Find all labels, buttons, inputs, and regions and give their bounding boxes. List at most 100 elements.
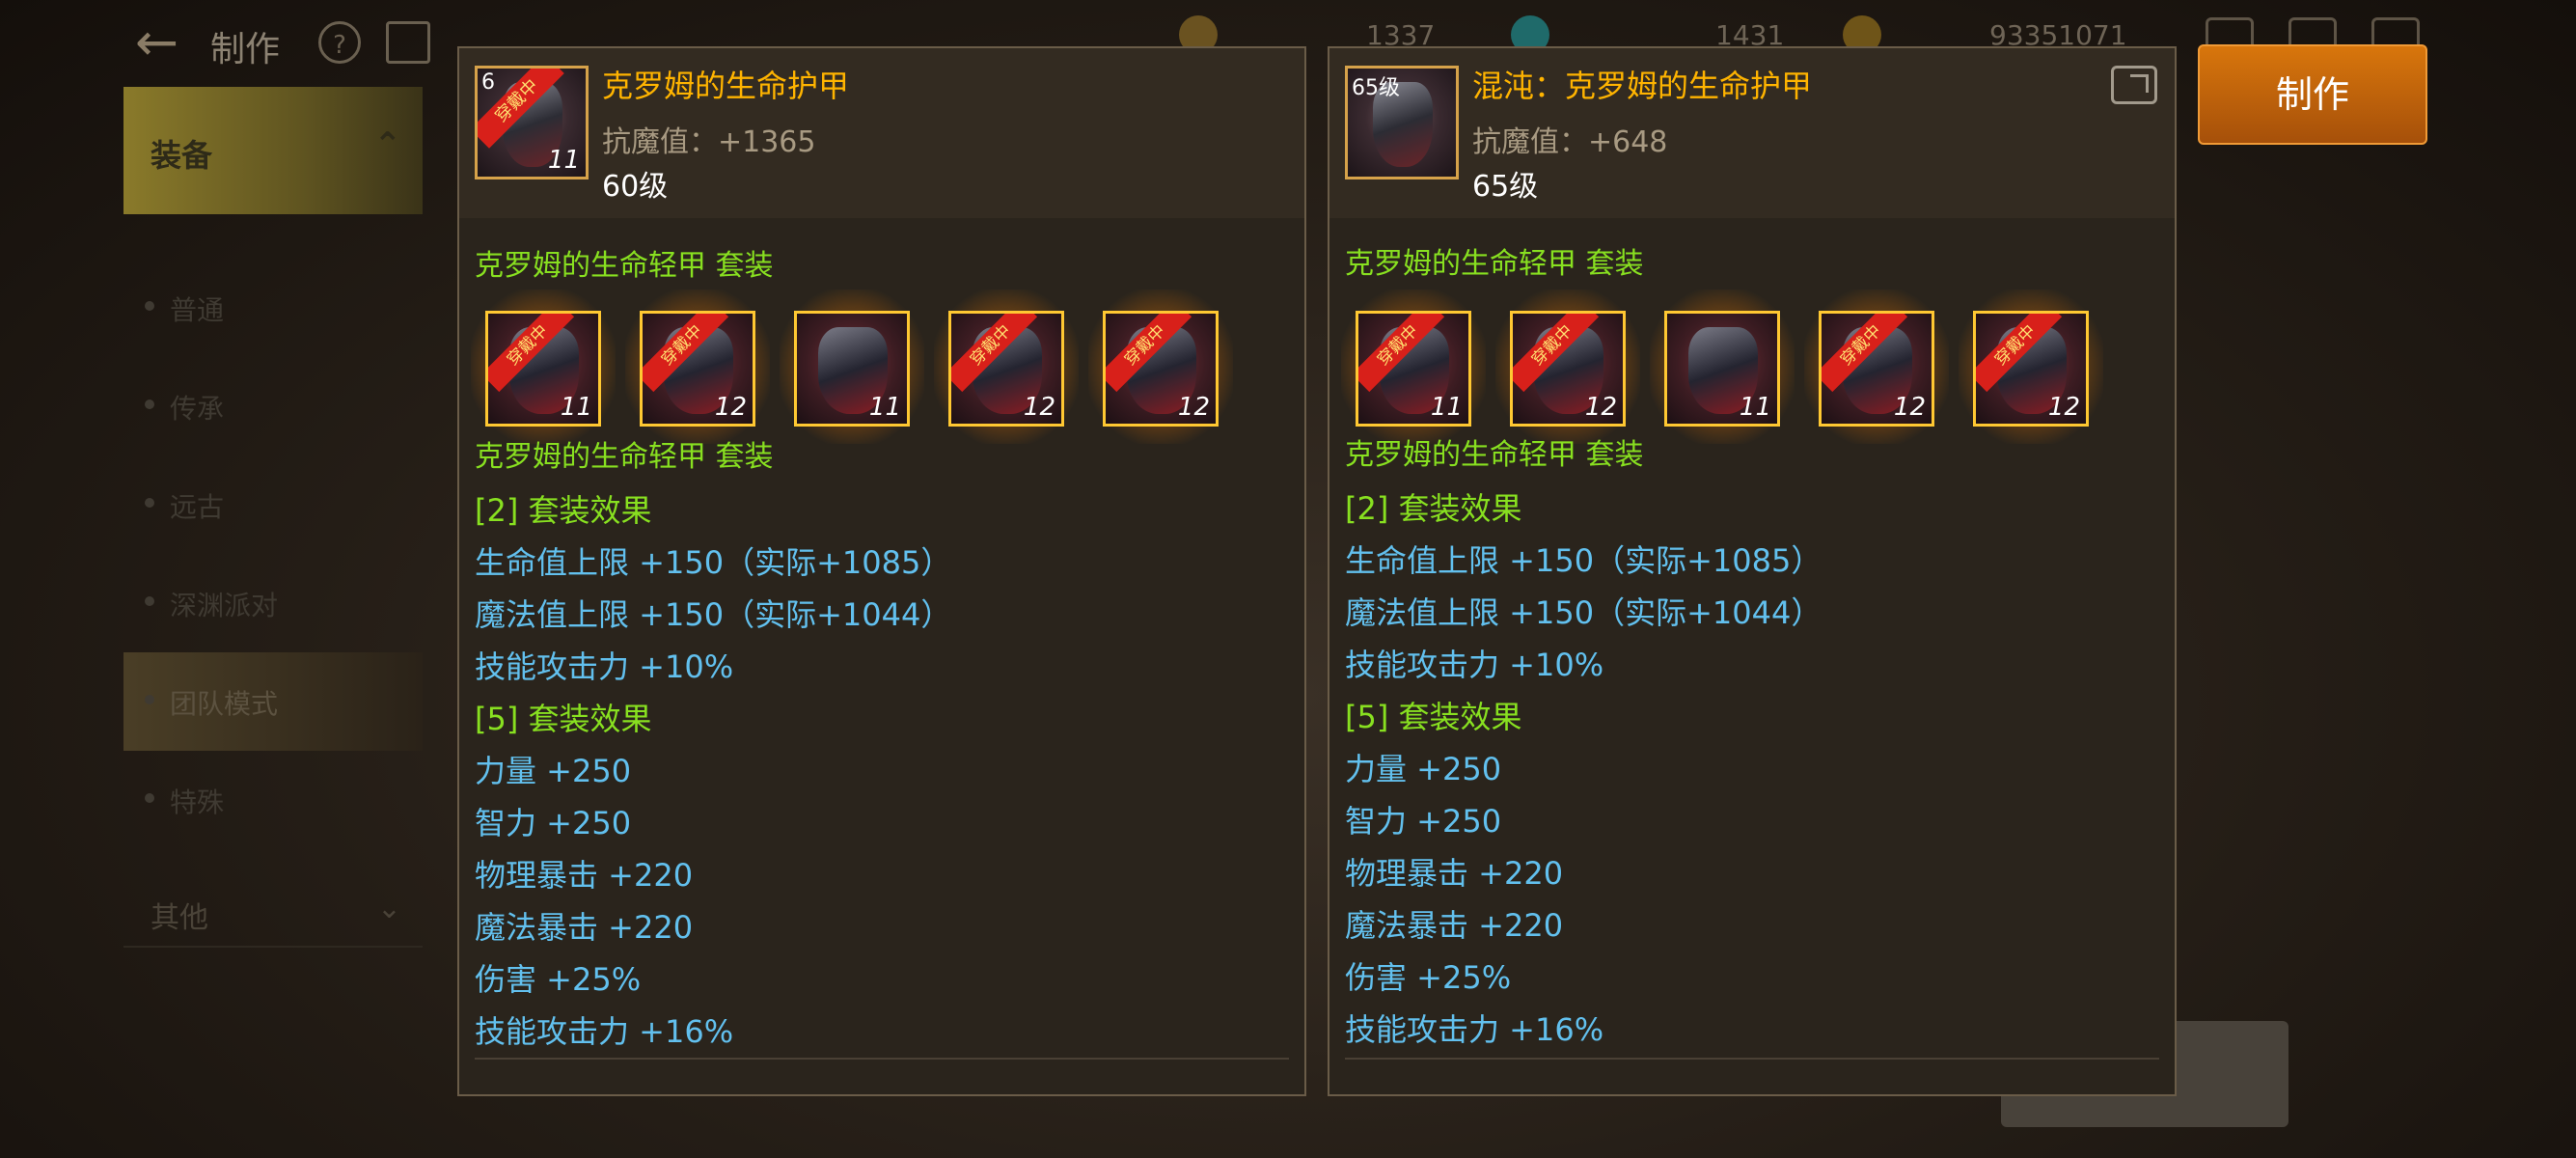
set-item-slot[interactable]: 穿戴中 12 — [934, 290, 1079, 444]
set-item-icon: 穿戴中 12 — [1103, 311, 1219, 427]
set-effect-line: 物理暴击 +220 — [1345, 855, 1564, 892]
sidebar-item-legacy[interactable]: 传承 — [123, 357, 423, 455]
page-title: 制作 — [210, 30, 281, 69]
enhance-level: 11 — [868, 393, 901, 422]
item-icon: 65级 — [1345, 66, 1459, 179]
set-item-slot[interactable]: 穿戴中 12 — [1804, 290, 1949, 444]
set-item-slot[interactable]: 穿戴中 11 — [471, 290, 616, 444]
enhance-level: 12 — [1893, 393, 1926, 422]
sidebar-item-label: 特殊 — [170, 786, 225, 818]
set-item-slot[interactable]: 穿戴中 12 — [1495, 290, 1640, 444]
bullet-icon — [145, 596, 154, 606]
sidebar-item-abyss-party[interactable]: 深渊派对 — [123, 554, 423, 652]
set-effect-line: 物理暴击 +220 — [475, 857, 694, 894]
set-effect-2-title: [2] 套装效果 — [475, 492, 652, 529]
divider — [475, 1058, 1289, 1060]
set-effect-line: 智力 +250 — [1345, 803, 1502, 840]
sidebar-item-normal[interactable]: 普通 — [123, 259, 423, 357]
set-effect-line: 魔法暴击 +220 — [475, 909, 694, 946]
sidebar-item-team-mode[interactable]: 团队模式 — [123, 652, 423, 751]
item-level-tag: 65级 — [1352, 76, 1400, 100]
enhance-level: 12 — [1023, 393, 1055, 422]
set-effect-line: 魔法暴击 +220 — [1345, 907, 1564, 944]
item-stat: 抗魔值：+1365 — [602, 125, 816, 159]
enhance-level: 12 — [1584, 393, 1617, 422]
set-title: 克罗姆的生命轻甲 套装 — [475, 249, 774, 283]
item-level: 60级 — [602, 170, 669, 204]
set-item-icon: 穿戴中 12 — [1819, 311, 1934, 427]
set-effect-line: 技能攻击力 +10% — [1345, 647, 1604, 683]
item-tooltip-current: 穿戴中 6 11 克罗姆的生命护甲 抗魔值：+1365 60级 克罗姆的生命轻甲… — [457, 46, 1306, 1096]
sidebar-item-label: 普通 — [170, 294, 225, 326]
sidebar: 装备 ⌃ 普通 传承 远古 深渊派对 团队模式 特殊 其他 ⌄ — [123, 87, 423, 948]
set-item-icon: 11 — [794, 311, 910, 427]
tooltip-header: 65级 混沌：克罗姆的生命护甲 抗魔值：+648 65级 — [1329, 48, 2175, 218]
set-effect-line: 伤害 +25% — [475, 961, 642, 998]
set-item-slot[interactable]: 11 — [1650, 290, 1795, 444]
sidebar-item-ancient[interactable]: 远古 — [123, 455, 423, 554]
sidebar-item-label: 远古 — [170, 491, 225, 523]
item-level-tag: 6 — [481, 70, 495, 95]
sidebar-category-other[interactable]: 其他 ⌄ — [123, 878, 423, 948]
chevron-up-icon: ⌃ — [373, 125, 402, 164]
share-icon[interactable] — [2111, 66, 2157, 104]
chevron-down-icon: ⌄ — [376, 892, 401, 925]
set-items-row: 穿戴中 11 穿戴中 12 11 穿戴中 12 穿戴中 12 — [471, 290, 1243, 444]
make-button[interactable]: 制作 — [2198, 44, 2427, 145]
set-item-icon: 穿戴中 11 — [1356, 311, 1471, 427]
set-title: 克罗姆的生命轻甲 套装 — [1345, 438, 1644, 472]
set-effect-line: 智力 +250 — [475, 805, 632, 841]
enhance-level: 11 — [547, 146, 580, 175]
set-effect-line: 伤害 +25% — [1345, 959, 1512, 996]
set-item-slot[interactable]: 穿戴中 12 — [625, 290, 770, 444]
set-item-slot[interactable]: 11 — [780, 290, 924, 444]
set-effect-5-title: [5] 套装效果 — [475, 701, 652, 737]
enhance-level: 12 — [714, 393, 747, 422]
set-effect-2-title: [2] 套装效果 — [1345, 490, 1522, 527]
set-effect-line: 生命值上限 +150（实际+1085） — [475, 544, 952, 581]
sidebar-item-label: 深渊派对 — [170, 590, 279, 621]
set-effect-line: 技能攻击力 +16% — [1345, 1011, 1604, 1048]
book-icon[interactable] — [386, 21, 430, 64]
set-effect-5-title: [5] 套装效果 — [1345, 699, 1522, 735]
set-item-icon: 穿戴中 12 — [640, 311, 755, 427]
set-item-slot[interactable]: 穿戴中 12 — [1959, 290, 2103, 444]
set-effect-line: 技能攻击力 +16% — [475, 1013, 734, 1050]
tooltip-header: 穿戴中 6 11 克罗姆的生命护甲 抗魔值：+1365 60级 — [459, 48, 1304, 218]
set-effect-line: 技能攻击力 +10% — [475, 648, 734, 685]
bullet-icon — [145, 695, 154, 704]
set-item-icon: 11 — [1664, 311, 1780, 427]
enhance-level: 11 — [1430, 393, 1463, 422]
set-item-icon: 穿戴中 11 — [485, 311, 601, 427]
item-stat: 抗魔值：+648 — [1472, 125, 1668, 159]
bullet-icon — [145, 400, 154, 409]
item-icon: 穿戴中 6 11 — [475, 66, 589, 179]
sidebar-category-label: 装备 — [151, 137, 213, 174]
sidebar-category-equipment[interactable]: 装备 ⌃ — [123, 87, 423, 214]
item-level: 65级 — [1472, 170, 1539, 204]
item-tooltip-target: 65级 混沌：克罗姆的生命护甲 抗魔值：+648 65级 克罗姆的生命轻甲 套装… — [1328, 46, 2177, 1096]
set-item-slot[interactable]: 穿戴中 12 — [1088, 290, 1233, 444]
set-title: 克罗姆的生命轻甲 套装 — [1345, 247, 1644, 281]
enhance-level: 12 — [2047, 393, 2080, 422]
set-title: 克罗姆的生命轻甲 套装 — [475, 440, 774, 474]
set-items-row: 穿戴中 11 穿戴中 12 11 穿戴中 12 穿戴中 12 — [1341, 290, 2113, 444]
divider — [1345, 1058, 2159, 1060]
enhance-level: 12 — [1177, 393, 1210, 422]
set-item-icon: 穿戴中 12 — [1973, 311, 2089, 427]
sidebar-item-special[interactable]: 特殊 — [123, 751, 423, 849]
bullet-icon — [145, 793, 154, 803]
help-icon[interactable]: ? — [318, 21, 361, 64]
item-name: 混沌：克罗姆的生命护甲 — [1472, 68, 1813, 104]
back-arrow-icon[interactable]: ← — [135, 14, 197, 71]
enhance-level: 11 — [1739, 393, 1771, 422]
set-effect-line: 魔法值上限 +150（实际+1044） — [475, 596, 952, 633]
sidebar-item-label: 团队模式 — [170, 688, 279, 720]
bullet-icon — [145, 498, 154, 508]
set-effect-line: 魔法值上限 +150（实际+1044） — [1345, 594, 1822, 631]
set-item-slot[interactable]: 穿戴中 11 — [1341, 290, 1486, 444]
set-effect-line: 力量 +250 — [475, 753, 632, 789]
item-name: 克罗姆的生命护甲 — [602, 68, 850, 104]
set-item-icon: 穿戴中 12 — [948, 311, 1064, 427]
bullet-icon — [145, 301, 154, 311]
